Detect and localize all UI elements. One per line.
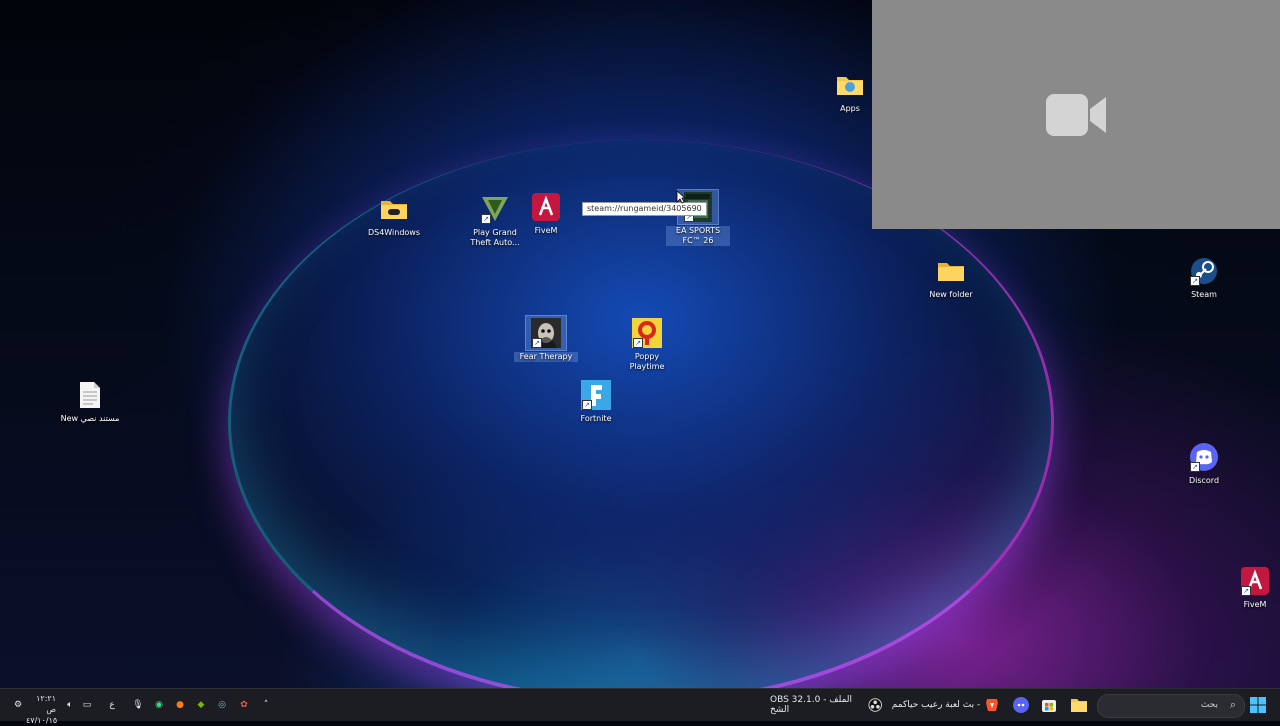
desktop-icon-fear-therapy[interactable]: ↗ Fear Therapy [514,315,578,362]
gta-v-icon: ↗ [475,192,515,226]
steam-icon: ↗ [1184,254,1224,288]
tray-app-icon-shield[interactable]: ◉ [151,689,167,721]
shortcut-arrow-icon: ↗ [1190,276,1200,286]
chevron-up-icon[interactable]: ˄ [258,689,274,721]
taskbar-search[interactable]: بحث ⌕ [1097,694,1245,718]
icon-tooltip: steam://rungameid/3405690 [582,202,707,216]
desktop-icon-discord[interactable]: ↗ Discord [1172,440,1236,486]
desktop-icon-fivem-2[interactable]: ↗ FiveM [1223,564,1280,610]
volume-icon[interactable]: 🔈︎ [62,689,78,721]
poppy-playtime-icon: ↗ [627,316,667,350]
brave-browser-icon [986,699,999,711]
fortnite-icon: ↗ [576,378,616,412]
desktop-icon-label: Apps [840,104,860,113]
folder-apps-icon [830,68,870,102]
desktop-icon-label: Fortnite [580,414,612,423]
discord-icon: ↗ [1184,440,1224,474]
taskbar-window-brave[interactable]: بث لعبة رعيب حياكمم - [890,689,1002,721]
search-placeholder: بحث [1200,700,1218,710]
taskbar-window-obs[interactable]: OBS 32.1.0 - الملف الشخ [770,689,882,721]
obs-icon [868,698,882,712]
shortcut-arrow-icon: ↗ [481,214,491,224]
taskbar-window-brave-title: بث لعبة رعيب حياكمم - [891,700,981,710]
desktop-icon-fivem[interactable]: FiveM [514,190,578,236]
desktop-icon-label: Steam [1191,290,1217,299]
video-preview-panel [872,0,1280,229]
clock-date: ٤٧/١٠/١٥ [26,716,58,725]
shortcut-arrow-icon: ↗ [1241,586,1251,596]
taskbar: ⚙ ١٢:٢١ ص ٤٧/١٠/١٥ 🔈︎ ▭ ع 🎙︎ ◉ ● ◆ ◎ ✿ ˄… [0,688,1280,725]
shortcut-arrow-icon: ↗ [1190,462,1200,472]
desktop-icon-label: New مستند نصي [60,414,120,423]
taskbar-window-obs-title: OBS 32.1.0 - الملف الشخ [770,695,853,715]
file-explorer-icon[interactable] [1068,689,1090,721]
fivem-icon: ↗ [1235,564,1275,598]
desktop-icon-apps[interactable]: Apps [818,68,882,114]
desktop-icon-fortnite[interactable]: ↗ Fortnite [564,378,628,424]
start-button[interactable] [1248,689,1268,721]
language-indicator[interactable]: ع [104,689,120,721]
folder-icon [931,254,971,288]
desktop-icon-new-text-document[interactable]: New مستند نصي [58,378,122,424]
desktop-icon-label: New folder [929,290,973,299]
fear-therapy-icon: ↗ [525,315,567,351]
microsoft-store-icon[interactable] [1038,689,1060,721]
mouse-cursor-icon [676,190,686,204]
video-camera-icon [1046,93,1106,136]
text-document-icon [70,378,110,412]
taskbar-clock[interactable]: ١٢:٢١ ص ٤٧/١٠/١٥ [26,693,58,726]
desktop-icon-label: FiveM [1243,600,1267,609]
desktop-icon-label: DS4Windows [367,228,421,237]
search-icon: ⌕ [1229,698,1236,711]
tray-app-icon-orange[interactable]: ● [172,689,188,721]
desktop-icon-poppy-playtime[interactable]: ↗ Poppy Playtime [615,316,679,372]
tray-app-icon-red[interactable]: ✿ [236,689,252,721]
settings-gear-icon[interactable]: ⚙ [10,689,26,721]
desktop-icon-new-folder[interactable]: New folder [919,254,983,300]
desktop-icon-label: Discord [1188,476,1220,485]
fivem-icon [526,190,566,224]
shortcut-arrow-icon: ↗ [532,338,542,348]
nvidia-icon[interactable]: ◆ [193,689,209,721]
discord-taskbar-icon[interactable] [1010,689,1032,721]
desktop-icon-label: FiveM [534,226,558,235]
desktop-icon-label: EA SPORTS FC™ 26 [666,226,730,246]
windows-logo-icon [1250,697,1266,713]
shortcut-arrow-icon: ↗ [633,338,643,348]
folder-gamepad-icon [374,192,414,226]
desktop-icon-label: Poppy Playtime [629,352,665,371]
steam-tray-icon[interactable]: ◎ [214,689,230,721]
desktop-icon-ds4windows[interactable]: DS4Windows [362,192,426,238]
network-icon[interactable]: ▭ [79,689,95,721]
desktop-icon-label: Fear Therapy [514,352,578,362]
clock-time: ١٢:٢١ ص [36,694,56,714]
shortcut-arrow-icon: ↗ [582,400,592,410]
desktop-icon-steam[interactable]: ↗ Steam [1172,254,1236,300]
microphone-icon[interactable]: 🎙︎ [130,689,146,721]
